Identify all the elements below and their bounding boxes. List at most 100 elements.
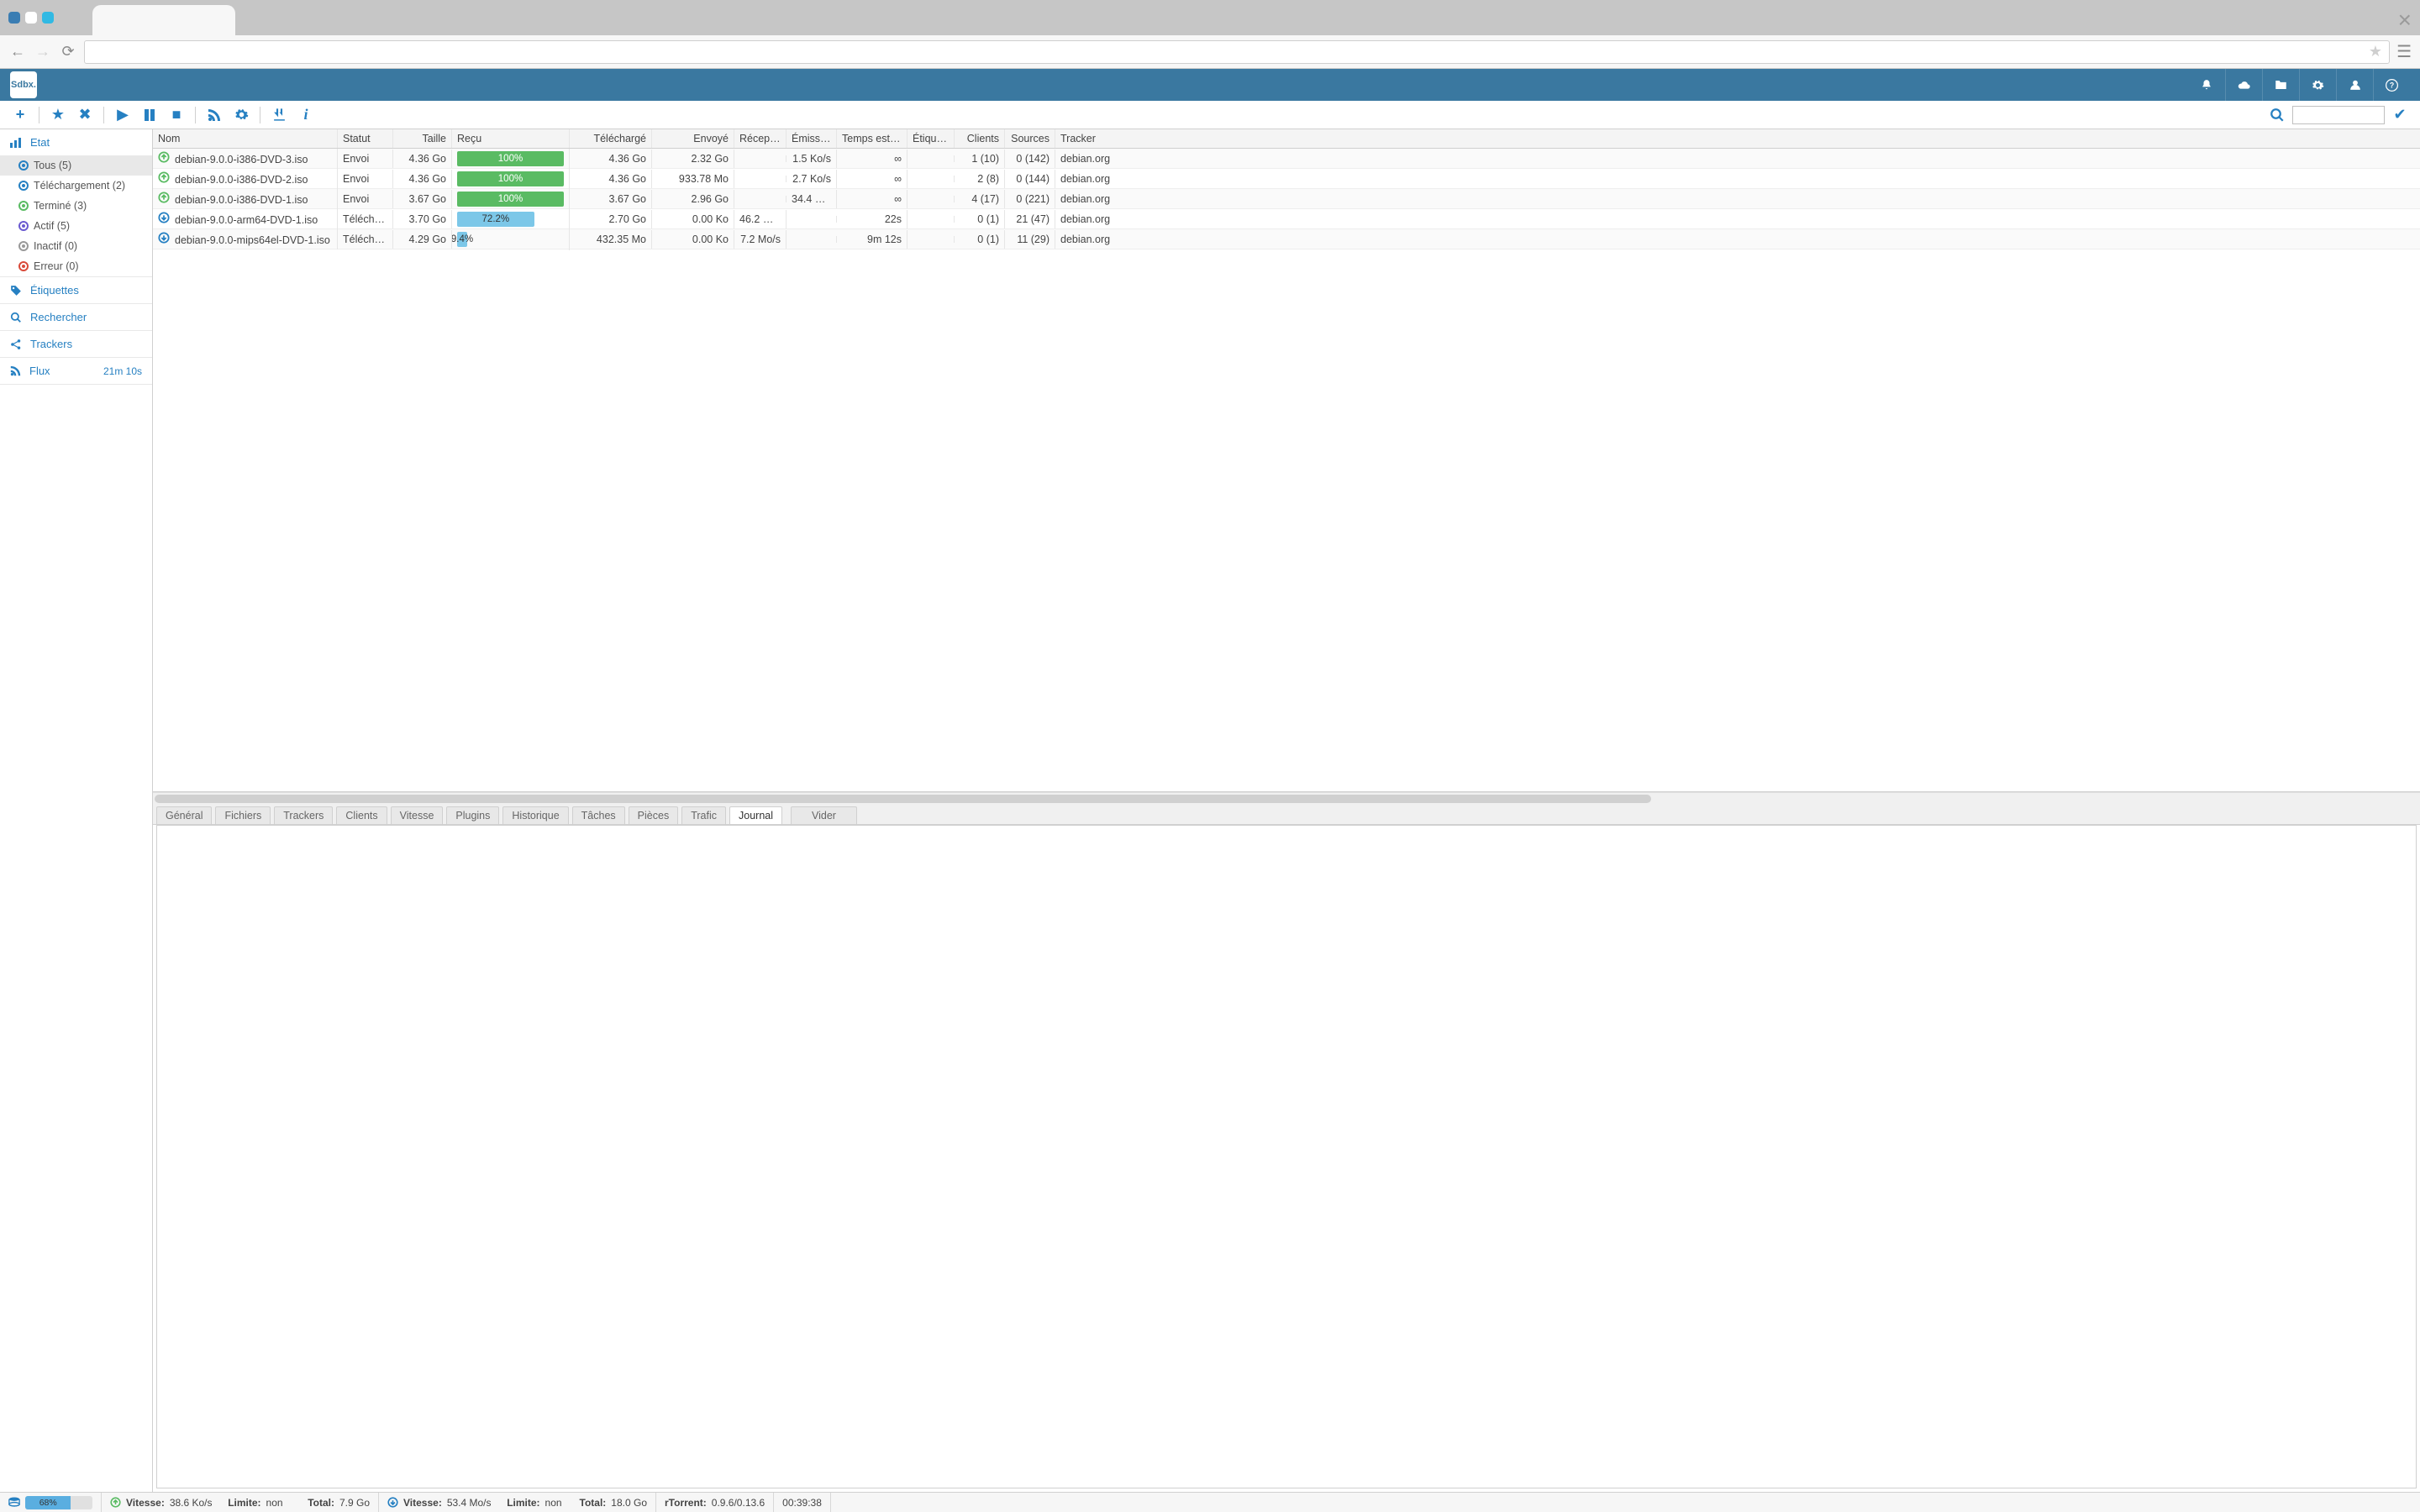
- col-eta[interactable]: Temps estimé: [837, 129, 908, 148]
- col-sources[interactable]: Sources: [1005, 129, 1055, 148]
- app-topbar: Sdbx. ?: [0, 69, 2420, 101]
- gear-button[interactable]: [229, 103, 253, 127]
- sidebar-state-header[interactable]: Etat: [0, 129, 152, 155]
- star-button[interactable]: ★: [46, 103, 70, 127]
- toolbar: + ★ ✖ ▶ ■ i ✔: [0, 101, 2420, 129]
- info-button[interactable]: i: [294, 103, 318, 127]
- bell-icon[interactable]: [2188, 69, 2225, 101]
- col-tracker[interactable]: Tracker: [1055, 129, 1116, 148]
- chart-icon: [10, 138, 22, 148]
- horizontal-scrollbar[interactable]: [153, 792, 2420, 804]
- row-status-icon: [158, 171, 170, 183]
- col-clients[interactable]: Clients: [955, 129, 1005, 148]
- uptime: 00:39:38: [774, 1493, 831, 1512]
- sidebar-item-5[interactable]: Erreur (0): [0, 256, 152, 276]
- stop-button[interactable]: ■: [165, 103, 188, 127]
- reload-icon[interactable]: ⟳: [59, 43, 77, 61]
- status-dot-icon: [18, 160, 29, 171]
- status-dot-icon: [18, 261, 29, 271]
- sidebar-item-0[interactable]: Tous (5): [0, 155, 152, 176]
- window-buttons: [8, 12, 54, 24]
- remove-button[interactable]: ✖: [73, 103, 97, 127]
- settings-icon[interactable]: [2299, 69, 2336, 101]
- sidebar-item-label: Inactif (0): [34, 240, 77, 252]
- back-icon[interactable]: ←: [8, 43, 27, 61]
- col-recv[interactable]: Reçu: [452, 129, 570, 148]
- search-icon[interactable]: [2265, 103, 2289, 127]
- tab-fichiers[interactable]: Fichiers: [215, 806, 271, 824]
- close-icon[interactable]: ×: [2398, 7, 2412, 34]
- search-icon: [10, 312, 22, 323]
- tab-trafic[interactable]: Trafic: [681, 806, 726, 824]
- sidebar-item-2[interactable]: Terminé (3): [0, 196, 152, 216]
- plugin-button[interactable]: [267, 103, 291, 127]
- browser-tab[interactable]: [92, 5, 235, 35]
- tab-journal[interactable]: Journal: [729, 806, 782, 824]
- tab-clients[interactable]: Clients: [336, 806, 387, 824]
- help-icon[interactable]: ?: [2373, 69, 2410, 101]
- play-button[interactable]: ▶: [111, 103, 134, 127]
- grid-header: Nom Statut Taille Reçu Téléchargé Envoyé…: [153, 129, 2420, 149]
- folder-icon[interactable]: [2262, 69, 2299, 101]
- tab-historique[interactable]: Historique: [502, 806, 568, 824]
- main: Etat Tous (5) Téléchargement (2) Terminé (…: [0, 129, 2420, 1492]
- sidebar-trackers[interactable]: Trackers: [0, 331, 152, 357]
- upload-stats[interactable]: Vitesse: 38.6 Ko/s Limite: non Total: 7.…: [102, 1493, 379, 1512]
- col-reception[interactable]: Réception: [734, 129, 786, 148]
- search-input[interactable]: [2292, 106, 2385, 124]
- url-bar[interactable]: ★: [84, 40, 2390, 64]
- window-btn-1[interactable]: [8, 12, 20, 24]
- pause-button[interactable]: [138, 103, 161, 127]
- disk-fill: 68%: [25, 1496, 71, 1509]
- sidebar-item-3[interactable]: Actif (5): [0, 216, 152, 236]
- tab-tâches[interactable]: Tâches: [572, 806, 625, 824]
- add-button[interactable]: +: [8, 103, 32, 127]
- sidebar-trackers-label: Trackers: [30, 338, 72, 350]
- sidebar-tags[interactable]: Étiquettes: [0, 277, 152, 303]
- table-row[interactable]: debian-9.0.0-i386-DVD-1.iso Envoi 3.67 G…: [153, 189, 2420, 209]
- log-panel: [156, 825, 2417, 1488]
- rss-button[interactable]: [203, 103, 226, 127]
- clear-log-button[interactable]: Vider: [791, 806, 857, 824]
- sidebar-feeds[interactable]: Flux 21m 10s: [0, 358, 152, 384]
- download-stats[interactable]: Vitesse: 53.4 Mo/s Limite: non Total: 18…: [379, 1493, 656, 1512]
- sidebar-search[interactable]: Rechercher: [0, 304, 152, 330]
- col-tag[interactable]: Étiquette: [908, 129, 955, 148]
- user-icon[interactable]: [2336, 69, 2373, 101]
- detail-tabs: GénéralFichiersTrackersClientsVitessePlu…: [153, 804, 2420, 825]
- bookmark-star-icon[interactable]: ★: [2369, 43, 2382, 60]
- col-size[interactable]: Taille: [393, 129, 452, 148]
- sidebar-item-1[interactable]: Téléchargement (2): [0, 176, 152, 196]
- col-status[interactable]: Statut: [338, 129, 393, 148]
- tab-pièces[interactable]: Pièces: [629, 806, 679, 824]
- cloud-icon[interactable]: [2225, 69, 2262, 101]
- window-btn-3[interactable]: [42, 12, 54, 24]
- tab-général[interactable]: Général: [156, 806, 212, 824]
- row-status-icon: [158, 192, 170, 203]
- window-btn-2[interactable]: [25, 12, 37, 24]
- table-row[interactable]: debian-9.0.0-mips64el-DVD-1.iso Téléchar…: [153, 229, 2420, 249]
- row-status-icon: [158, 232, 170, 244]
- tab-vitesse[interactable]: Vitesse: [391, 806, 444, 824]
- tag-icon: [10, 285, 22, 297]
- sidebar-item-4[interactable]: Inactif (0): [0, 236, 152, 256]
- col-name[interactable]: Nom: [153, 129, 338, 148]
- tab-plugins[interactable]: Plugins: [446, 806, 499, 824]
- col-emission[interactable]: Émission: [786, 129, 837, 148]
- sidebar-feeds-label: Flux: [29, 365, 50, 377]
- table-row[interactable]: debian-9.0.0-arm64-DVD-1.iso Téléchargem…: [153, 209, 2420, 229]
- app-logo[interactable]: Sdbx.: [10, 71, 37, 98]
- table-row[interactable]: debian-9.0.0-i386-DVD-3.iso Envoi 4.36 G…: [153, 149, 2420, 169]
- tab-trackers[interactable]: Trackers: [274, 806, 333, 824]
- sidebar-item-label: Téléchargement (2): [34, 180, 125, 192]
- table-row[interactable]: debian-9.0.0-i386-DVD-2.iso Envoi 4.36 G…: [153, 169, 2420, 189]
- confirm-button[interactable]: ✔: [2388, 103, 2412, 127]
- menu-icon[interactable]: ☰: [2396, 41, 2412, 62]
- sidebar-feeds-time: 21m 10s: [103, 365, 142, 377]
- navbar: ← → ⟳ ★ ☰: [0, 35, 2420, 69]
- col-sent[interactable]: Envoyé: [652, 129, 734, 148]
- status-dot-icon: [18, 241, 29, 251]
- disk-usage[interactable]: 68%: [0, 1493, 102, 1512]
- col-downloaded[interactable]: Téléchargé: [570, 129, 652, 148]
- rss-icon: [10, 365, 21, 376]
